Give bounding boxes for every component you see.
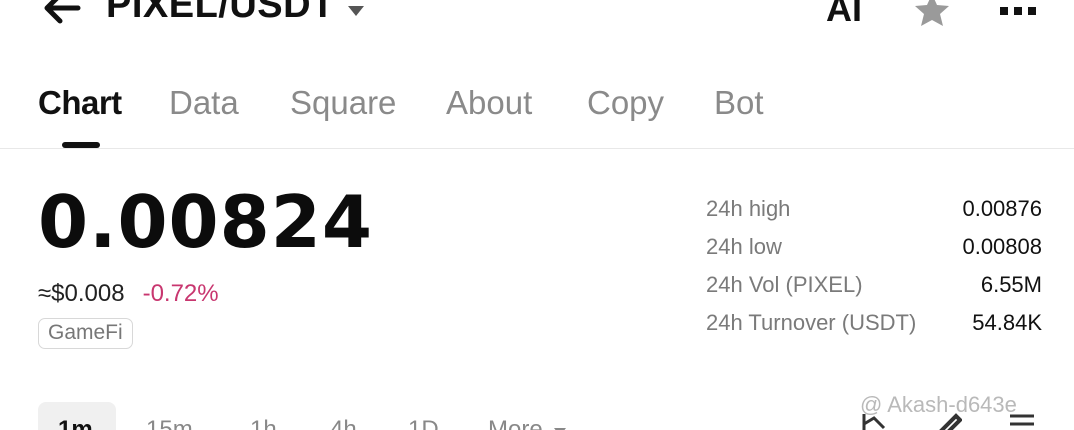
stats-panel: 24h high 0.00876 24h low 0.00808 24h Vol… bbox=[706, 194, 1046, 346]
price-usd-row: ≈$0.008 -0.72% bbox=[38, 280, 219, 308]
interval-1m[interactable]: 1m bbox=[38, 402, 116, 430]
ai-button[interactable]: AI bbox=[826, 0, 862, 30]
stat-row-high: 24h high 0.00876 bbox=[706, 194, 1046, 232]
tab-square[interactable]: Square bbox=[290, 84, 396, 122]
price-change: -0.72% bbox=[142, 280, 219, 307]
back-arrow-icon bbox=[44, 0, 81, 24]
stat-row-low: 24h low 0.00808 bbox=[706, 232, 1046, 270]
stat-value: 0.00876 bbox=[962, 196, 1042, 221]
pair-title[interactable]: PIXEL/USDT bbox=[106, 0, 335, 27]
tab-bar: Chart Data Square About Copy Bot bbox=[0, 78, 1074, 150]
stat-row-turnover: 24h Turnover (USDT) 54.84K bbox=[706, 308, 1046, 346]
tab-data[interactable]: Data bbox=[169, 84, 239, 122]
category-tag[interactable]: GameFi bbox=[38, 318, 133, 349]
stat-value: 54.84K bbox=[972, 310, 1042, 335]
tab-about[interactable]: About bbox=[446, 84, 532, 122]
star-icon bbox=[915, 0, 949, 26]
tab-bot[interactable]: Bot bbox=[714, 84, 764, 122]
last-price: 0.00824 bbox=[38, 180, 373, 264]
caret-down-icon bbox=[348, 6, 364, 16]
interval-more[interactable]: More bbox=[488, 416, 567, 430]
interval-4h[interactable]: 4h bbox=[330, 416, 357, 430]
stat-label: 24h high bbox=[706, 196, 791, 221]
interval-more-label: More bbox=[488, 416, 543, 430]
back-button[interactable] bbox=[40, 0, 86, 28]
stat-label: 24h low bbox=[706, 234, 782, 259]
market-page: PIXEL/USDT AI Chart Data Square About Co… bbox=[0, 0, 1074, 430]
stat-label: 24h Turnover (USDT) bbox=[706, 310, 917, 335]
interval-label: 1m bbox=[58, 416, 93, 430]
favorite-button[interactable] bbox=[912, 0, 952, 28]
stat-label: 24h Vol (PIXEL) bbox=[706, 272, 863, 297]
interval-15m[interactable]: 15m bbox=[146, 416, 193, 430]
tab-chart[interactable]: Chart bbox=[38, 84, 122, 122]
stat-value: 6.55M bbox=[980, 272, 1042, 297]
watermark: @ Akash-d643e bbox=[860, 392, 1017, 417]
stat-row-volume: 24h Vol (PIXEL) 6.55M bbox=[706, 270, 1046, 308]
divider bbox=[0, 148, 1074, 149]
stat-value: 0.00808 bbox=[962, 234, 1042, 259]
pair-selector-button[interactable] bbox=[346, 4, 366, 18]
more-dots-icon bbox=[1000, 7, 1036, 15]
usd-equivalent: ≈$0.008 bbox=[38, 280, 125, 307]
more-button[interactable] bbox=[998, 4, 1038, 18]
tab-copy[interactable]: Copy bbox=[587, 84, 664, 122]
interval-1h[interactable]: 1h bbox=[250, 416, 277, 430]
header: PIXEL/USDT AI bbox=[0, 0, 1074, 40]
interval-1d[interactable]: 1D bbox=[408, 416, 439, 430]
